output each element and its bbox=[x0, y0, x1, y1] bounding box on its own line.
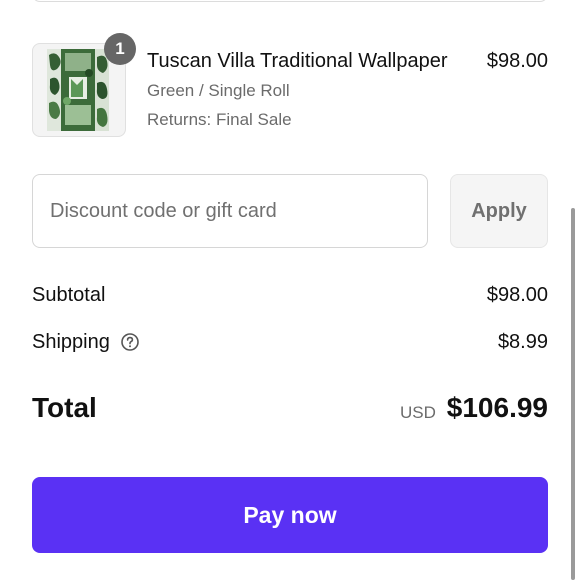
subtotal-label: Subtotal bbox=[32, 284, 106, 306]
total-value: $106.99 bbox=[446, 392, 548, 423]
wallpaper-swatch-image bbox=[47, 49, 109, 131]
shipping-help-icon[interactable] bbox=[121, 333, 139, 351]
shipping-label: Shipping bbox=[32, 331, 110, 353]
pay-now-button[interactable]: Pay now bbox=[32, 477, 548, 553]
currency-code: USD bbox=[400, 403, 436, 422]
product-variant: Green / Single Roll bbox=[147, 81, 290, 100]
wallpaper-pattern bbox=[47, 49, 109, 131]
discount-code-input[interactable] bbox=[32, 174, 428, 248]
apply-discount-button[interactable]: Apply bbox=[450, 174, 548, 248]
total-label: Total bbox=[32, 392, 97, 423]
scrollbar[interactable] bbox=[571, 208, 575, 580]
product-price: $98.00 bbox=[486, 50, 548, 72]
subtotal-value: $98.00 bbox=[486, 284, 548, 306]
quantity-badge: 1 bbox=[104, 33, 136, 65]
product-returns-policy: Returns: Final Sale bbox=[147, 110, 292, 129]
product-title: Tuscan Villa Traditional Wallpaper bbox=[147, 50, 448, 72]
shipping-value: $8.99 bbox=[497, 331, 548, 353]
cart-line-item: 1 Tuscan Villa Traditional Wallpaper Gre… bbox=[0, 0, 580, 150]
